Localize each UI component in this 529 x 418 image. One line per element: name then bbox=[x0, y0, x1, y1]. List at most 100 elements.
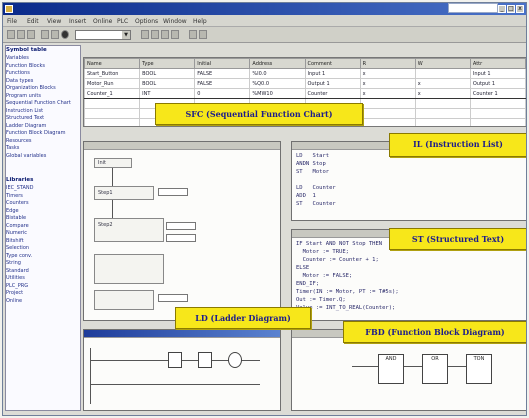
project-combo[interactable]: ▼ bbox=[75, 30, 131, 40]
fbd-block-and[interactable]: AND bbox=[378, 354, 404, 384]
il-code[interactable]: LD Start ANDN Stop ST Motor LD Counter ADD 1… bbox=[292, 150, 526, 210]
save-icon[interactable] bbox=[27, 30, 35, 39]
table-cell[interactable] bbox=[359, 118, 416, 126]
record-icon[interactable] bbox=[61, 30, 69, 39]
table-cell[interactable]: %Q0.0 bbox=[249, 78, 306, 89]
sfc-step-2[interactable]: Step2 bbox=[94, 218, 164, 242]
table-cell[interactable]: Motor_Run bbox=[84, 78, 141, 89]
code-line[interactable]: Timer(IN := Motor, PT := T#5s); bbox=[296, 288, 522, 296]
tree-item[interactable]: Resources bbox=[6, 138, 80, 146]
fbd-block-ton[interactable]: TON bbox=[466, 354, 492, 384]
maximize-button[interactable]: □ bbox=[507, 5, 515, 13]
tree-item[interactable]: Counters bbox=[6, 200, 80, 208]
tree-item[interactable]: Bitshift bbox=[6, 238, 80, 246]
table-cell[interactable]: BOOL bbox=[139, 68, 196, 79]
tree-item[interactable]: Tasks bbox=[6, 145, 80, 153]
table-cell[interactable]: FALSE bbox=[194, 78, 251, 89]
open-icon[interactable] bbox=[17, 30, 25, 39]
tree-item[interactable]: Online bbox=[6, 298, 80, 306]
tree-item[interactable]: Structured Text bbox=[6, 115, 80, 123]
sfc-action-field[interactable] bbox=[158, 294, 188, 302]
table-cell[interactable]: FALSE bbox=[194, 68, 251, 79]
sfc-step-init[interactable]: Init bbox=[94, 158, 132, 168]
login-icon[interactable] bbox=[151, 30, 159, 39]
table-cell[interactable]: Output 1 bbox=[304, 78, 361, 89]
table-cell[interactable]: x bbox=[359, 68, 416, 79]
tree-item[interactable]: Function Blocks bbox=[6, 63, 80, 71]
tree-header-libraries[interactable]: Libraries bbox=[6, 176, 80, 185]
menu-file[interactable]: File bbox=[7, 18, 17, 25]
table-cell[interactable] bbox=[469, 118, 526, 126]
column-header[interactable]: W bbox=[414, 58, 471, 69]
tree-item[interactable]: Organization Blocks bbox=[6, 85, 80, 93]
table-cell[interactable]: x bbox=[414, 78, 471, 89]
column-header[interactable]: Type bbox=[139, 58, 196, 69]
code-line[interactable]: END_IF; bbox=[296, 280, 522, 288]
stop-icon[interactable] bbox=[171, 30, 179, 39]
tree-item[interactable]: Standard bbox=[6, 268, 80, 276]
code-line[interactable] bbox=[296, 176, 522, 184]
code-line[interactable]: ANDN Stop bbox=[296, 160, 522, 168]
table-cell[interactable] bbox=[84, 108, 141, 119]
code-line[interactable]: ELSE bbox=[296, 264, 522, 272]
sfc-branch[interactable] bbox=[94, 254, 164, 284]
table-cell[interactable]: %MW10 bbox=[249, 88, 306, 99]
tree-item[interactable]: Sequential Function Chart bbox=[6, 100, 80, 108]
chevron-down-icon[interactable]: ▼ bbox=[122, 31, 130, 39]
code-line[interactable]: ST Counter bbox=[296, 200, 522, 208]
menu-edit[interactable]: Edit bbox=[27, 18, 39, 25]
menu-window[interactable]: Window bbox=[163, 18, 187, 25]
tree-item[interactable]: Program units bbox=[6, 93, 80, 101]
table-cell[interactable]: 0 bbox=[194, 88, 251, 99]
sfc-action-field[interactable] bbox=[158, 188, 188, 196]
table-row[interactable]: Motor_Run BOOL FALSE %Q0.0 Output 1 x x Output … bbox=[84, 78, 526, 89]
column-header[interactable]: R bbox=[359, 58, 416, 69]
tree-item[interactable]: Variables bbox=[6, 55, 80, 63]
tree-item[interactable]: Ladder Diagram bbox=[6, 123, 80, 131]
table-cell[interactable] bbox=[469, 108, 526, 119]
zoom-icon[interactable] bbox=[189, 30, 197, 39]
column-header[interactable]: Address bbox=[249, 58, 306, 69]
tree-item[interactable]: Functions bbox=[6, 70, 80, 78]
table-row[interactable]: Start_Button BOOL FALSE %I0.0 Input 1 x Input … bbox=[84, 68, 526, 79]
tree-item[interactable]: Function Block Diagram bbox=[6, 130, 80, 138]
table-cell[interactable] bbox=[84, 118, 141, 126]
table-cell[interactable] bbox=[359, 108, 416, 119]
ld-contact[interactable] bbox=[198, 352, 212, 368]
table-cell[interactable]: x bbox=[359, 78, 416, 89]
tree-item[interactable]: Timers bbox=[6, 193, 80, 201]
tree-item[interactable]: Type conv. bbox=[6, 253, 80, 261]
table-cell[interactable]: Counter_1 bbox=[84, 88, 141, 99]
menu-help[interactable]: Help bbox=[193, 18, 207, 25]
menu-view[interactable]: View bbox=[47, 18, 61, 25]
column-header[interactable]: Initial bbox=[194, 58, 251, 69]
column-header[interactable]: Attr bbox=[469, 58, 526, 69]
code-line[interactable]: Out := Timer.Q; bbox=[296, 296, 522, 304]
table-cell[interactable]: %I0.0 bbox=[249, 68, 306, 79]
table-cell[interactable]: INT bbox=[139, 88, 196, 99]
table-cell[interactable]: Output 1 bbox=[469, 78, 526, 89]
sfc-step-1[interactable]: Step1 bbox=[94, 186, 154, 200]
tree-item[interactable]: IEC_STAND bbox=[6, 185, 80, 193]
tree-item[interactable]: Selection bbox=[6, 245, 80, 253]
column-header[interactable]: Comment bbox=[304, 58, 361, 69]
table-cell[interactable] bbox=[414, 68, 471, 79]
tree-item[interactable]: Numeric bbox=[6, 230, 80, 238]
code-line[interactable]: Motor := FALSE; bbox=[296, 272, 522, 280]
tree-item[interactable]: Bistable bbox=[6, 215, 80, 223]
table-cell[interactable]: x bbox=[359, 88, 416, 99]
table-cell[interactable] bbox=[84, 98, 141, 109]
tree-item[interactable]: Data types bbox=[6, 78, 80, 86]
code-line[interactable]: Value := INT_TO_REAL(Counter); bbox=[296, 304, 522, 312]
tree-item[interactable]: Instruction List bbox=[6, 108, 80, 116]
tree-item[interactable]: Compare bbox=[6, 223, 80, 231]
menu-options[interactable]: Options bbox=[135, 18, 158, 25]
table-cell[interactable]: Counter bbox=[304, 88, 361, 99]
tree-item[interactable]: Global variables bbox=[6, 153, 80, 161]
menu-insert[interactable]: Insert bbox=[69, 18, 86, 25]
copy-icon[interactable] bbox=[51, 30, 59, 39]
table-cell[interactable]: Counter 1 bbox=[469, 88, 526, 99]
table-cell[interactable] bbox=[414, 98, 471, 109]
fbd-block-or[interactable]: OR bbox=[422, 354, 448, 384]
table-row[interactable]: Counter_1 INT 0 %MW10 Counter x x Counter 1 bbox=[84, 88, 526, 99]
